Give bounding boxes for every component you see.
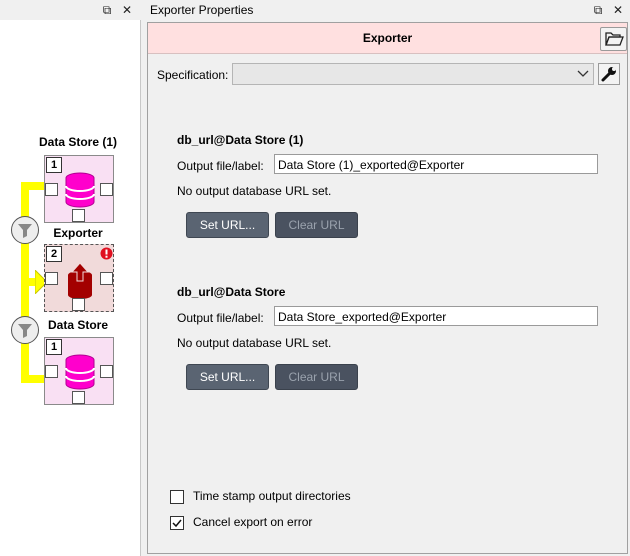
connector-right[interactable]: [100, 365, 113, 378]
url-status-text: No output database URL set.: [177, 336, 332, 350]
set-url-button[interactable]: Set URL...: [186, 364, 269, 390]
execution-order-badge: 2: [46, 246, 62, 262]
design-canvas[interactable]: Data Store (1) 1 Exporter 2 Data Store 1: [0, 20, 141, 556]
connector-left[interactable]: [45, 272, 58, 285]
connector-bottom[interactable]: [72, 391, 85, 404]
output-label: Output file/label:: [177, 311, 264, 325]
database-icon: [65, 354, 95, 390]
clear-url-button[interactable]: Clear URL: [275, 212, 358, 238]
link-to-datastore[interactable]: [21, 375, 45, 383]
error-icon[interactable]: [100, 247, 113, 260]
item-label: Exporter: [53, 226, 103, 240]
wrench-icon: [601, 67, 616, 82]
specification-label: Specification:: [157, 68, 229, 82]
connector-left[interactable]: [45, 183, 58, 196]
url-status-text: No output database URL set.: [177, 184, 332, 198]
close-dock-button[interactable]: ✕: [611, 2, 625, 18]
output-label: Output file/label:: [177, 159, 264, 173]
output-label-field[interactable]: Data Store_exported@Exporter: [274, 306, 598, 326]
connector-right[interactable]: [100, 183, 113, 196]
design-view-titlebar: ⧉ ✕: [0, 0, 142, 20]
cancel-on-error-checkbox[interactable]: [170, 516, 184, 530]
folder-open-icon: [605, 32, 624, 46]
connector-bottom[interactable]: [72, 298, 85, 311]
close-dock-button[interactable]: ✕: [120, 2, 134, 18]
item-label: Data Store (1): [38, 135, 118, 149]
datastore-item[interactable]: 1: [44, 337, 114, 405]
properties-panel: Exporter Specification: db_url@Data Stor…: [147, 22, 628, 554]
cancel-on-error-label[interactable]: Cancel export on error: [193, 515, 312, 529]
properties-title: Exporter Properties: [150, 3, 254, 17]
item-name: Exporter: [362, 31, 413, 45]
connector-left[interactable]: [45, 365, 58, 378]
execution-order-badge: 1: [46, 157, 62, 173]
link-to-datastore1[interactable]: [21, 182, 45, 190]
connector-right[interactable]: [100, 272, 113, 285]
section-title: db_url@Data Store: [177, 285, 286, 299]
item-header: Exporter: [148, 23, 627, 54]
float-dock-button[interactable]: ⧉: [591, 2, 605, 18]
properties-dock: Exporter Properties ⧉ ✕ Exporter Specifi…: [145, 0, 630, 556]
timestamp-label[interactable]: Time stamp output directories: [193, 489, 351, 503]
checkmark-icon: [172, 519, 182, 528]
specification-combobox[interactable]: [232, 63, 594, 85]
output-label-field[interactable]: Data Store (1)_exported@Exporter: [274, 154, 598, 174]
properties-titlebar: Exporter Properties ⧉ ✕: [145, 0, 630, 20]
execution-order-badge: 1: [46, 339, 62, 355]
item-label: Data Store: [47, 318, 109, 332]
database-icon: [65, 172, 95, 208]
chevron-down-icon: [577, 70, 589, 77]
set-url-button[interactable]: Set URL...: [186, 212, 269, 238]
timestamp-checkbox[interactable]: [170, 490, 184, 504]
connector-bottom[interactable]: [72, 209, 85, 222]
open-folder-button[interactable]: [600, 27, 627, 51]
datastore-1-item[interactable]: 1: [44, 155, 114, 223]
edit-specification-button[interactable]: [598, 63, 620, 85]
float-dock-button[interactable]: ⧉: [100, 2, 114, 18]
exporter-item[interactable]: 2: [44, 244, 114, 312]
exporter-icon: [68, 263, 92, 299]
clear-url-button[interactable]: Clear URL: [275, 364, 358, 390]
design-view-dock: ⧉ ✕ Data Store (1) 1 Exporter 2 Data Sto…: [0, 0, 142, 556]
section-title: db_url@Data Store (1): [177, 133, 304, 147]
